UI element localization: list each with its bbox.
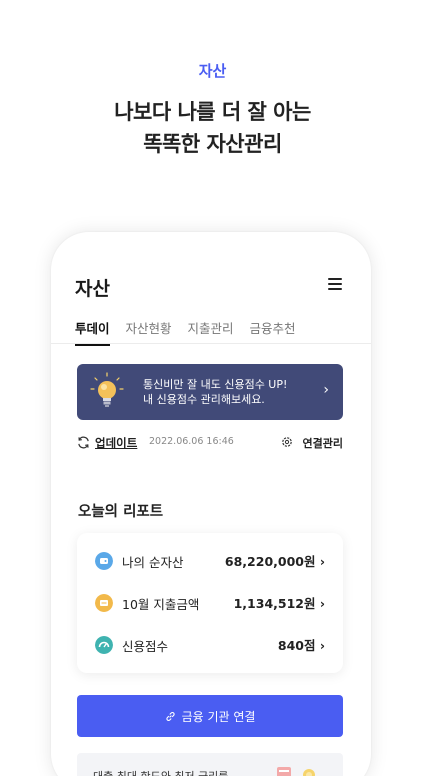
report-label: 10월 지출금액 [122,597,200,612]
page-title: 자산 [75,278,110,300]
report-row-net-assets[interactable]: 나의 순자산 68,220,000원 › [95,549,325,571]
report-row-credit-score[interactable]: 신용점수 840점 › [95,633,325,655]
wallet-icon [95,552,113,570]
report-value: 1,134,512원 › [233,596,325,611]
gear-icon [282,437,292,447]
hero-headline-line1: 나보다 나를 더 잘 아는 [114,100,311,124]
report-title: 오늘의 리포트 [78,504,164,520]
tab-bar: 투데이 자산현황 지출관리 금융추천 [75,318,371,346]
credit-score-banner[interactable]: 통신비만 잘 내도 신용점수 UP! 내 신용점수 관리해보세요. › [77,364,343,420]
update-row: 업데이트 2022.06.06 16:46 연결관리 [77,435,343,453]
lightbulb-icon [90,372,124,407]
tabs-divider [51,343,371,344]
connect-institution-button[interactable]: 금융 기관 연결 [77,695,343,737]
tab-finance-recommend[interactable]: 금융추천 [250,318,296,346]
banner-line1: 통신비만 잘 내도 신용점수 UP! [143,378,288,391]
gauge-icon [95,636,113,654]
link-icon [165,711,175,721]
report-label: 나의 순자산 [122,555,184,570]
tab-asset-status[interactable]: 자산현황 [126,318,172,346]
report-card: 나의 순자산 68,220,000원 › 10월 지출금액 1,134,512원… [77,533,343,673]
hero-headline-line2: 똑똑한 자산관리 [143,132,282,156]
report-value: 840점 › [277,638,325,653]
card-icon [95,594,113,612]
tab-spending[interactable]: 지출관리 [188,318,234,346]
report-row-spending[interactable]: 10월 지출금액 1,134,512원 › [95,591,325,613]
update-link[interactable]: 업데이트 [95,435,137,451]
update-timestamp: 2022.06.06 16:46 [149,436,234,447]
loan-promo-card[interactable]: 대출 최대 한도와 최저 금리를 [77,753,343,776]
chevron-right-icon: › [323,382,329,398]
hero-headline: 나보다 나를 더 잘 아는 똑똑한 자산관리 [0,96,425,160]
refresh-icon[interactable] [77,436,90,449]
phone-mockup: 자산 투데이 자산현황 지출관리 금융추천 통신비만 잘 내도 신용점수 UP! [51,232,371,776]
promo-illustration [277,767,315,776]
report-label: 신용점수 [122,639,169,654]
banner-line2: 내 신용점수 관리해보세요. [143,393,265,406]
tab-today[interactable]: 투데이 [75,318,110,346]
hamburger-menu-icon[interactable] [328,278,342,290]
connection-manage-link[interactable]: 연결관리 [303,435,343,451]
report-value: 68,220,000원 › [224,554,325,569]
connect-button-label: 금융 기관 연결 [181,709,256,724]
promo-text: 대출 최대 한도와 최저 금리를 [93,768,228,776]
hero-category: 자산 [198,62,227,80]
